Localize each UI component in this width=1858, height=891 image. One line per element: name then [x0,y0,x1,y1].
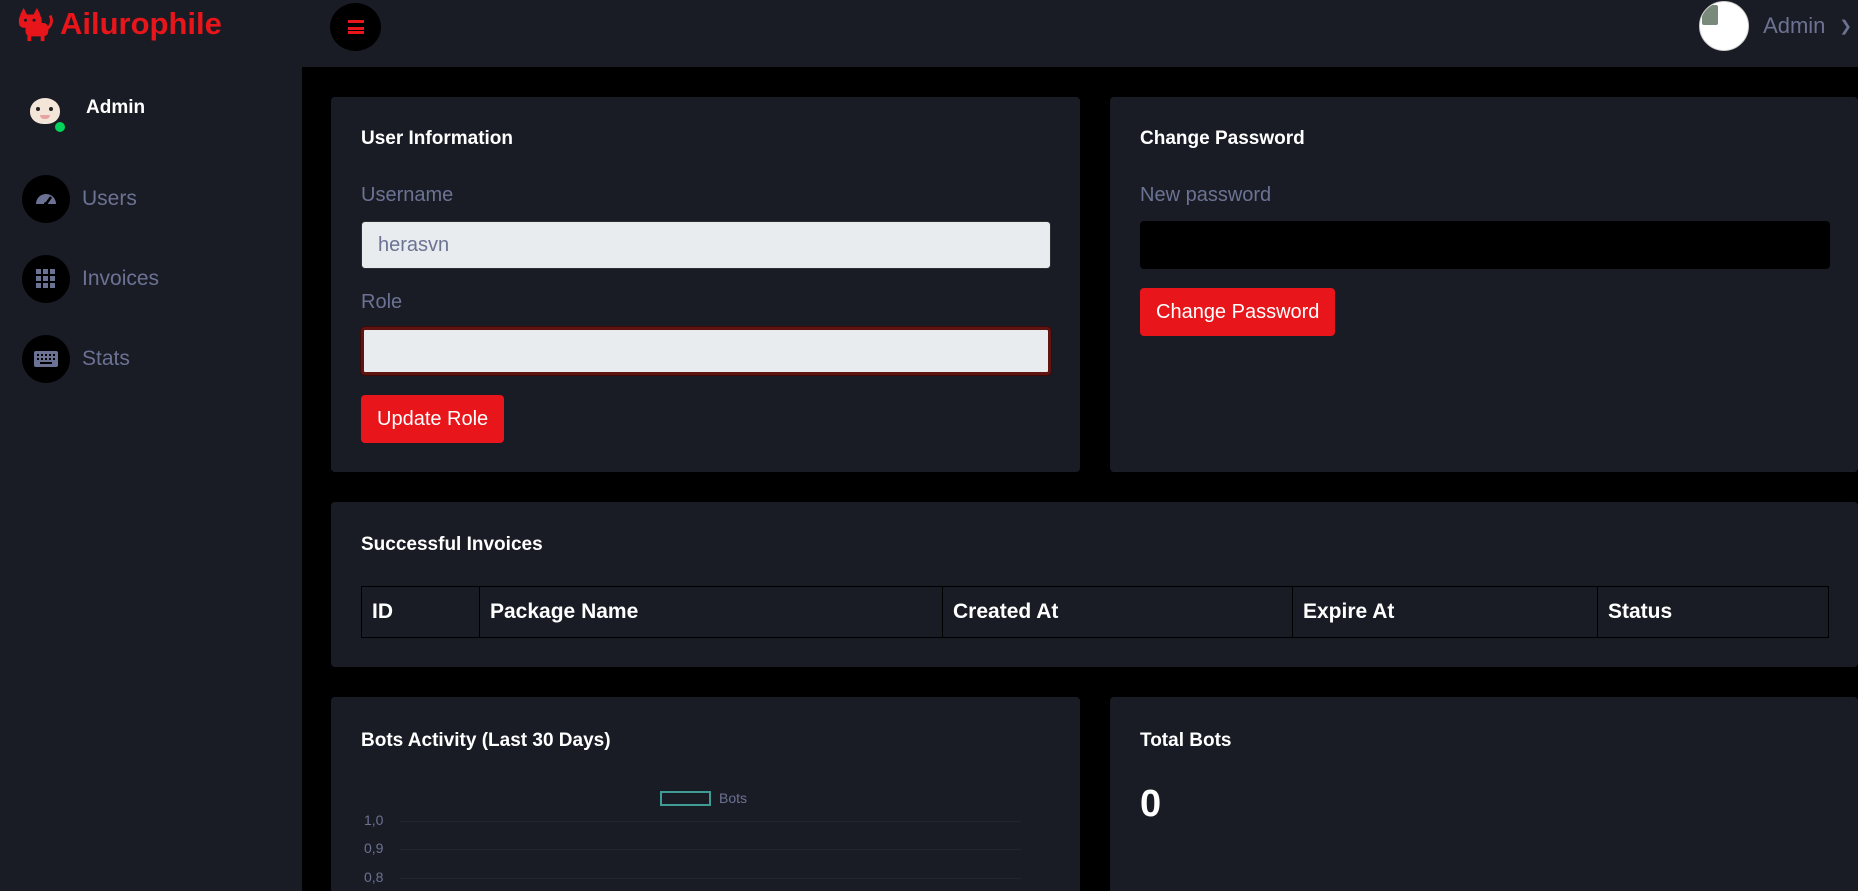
y-tick-label: 0,8 [364,869,384,885]
chevron-down-icon: ❯ [1839,18,1852,35]
gridline [399,821,1021,822]
avatar [1699,1,1750,51]
sidebar-nav: Users Invoices Stats [22,174,159,414]
speedometer-icon [22,175,70,223]
gridline [399,878,1021,879]
y-tick-label: 1,0 [364,812,384,828]
card-title: User Information [361,128,514,149]
column-header-created-at[interactable]: Created At [942,586,1293,638]
sidebar-item-label: Users [82,187,137,210]
profile-avatar [26,93,67,134]
cat-logo-icon [18,7,53,42]
role-field[interactable] [361,327,1051,375]
brand-logo[interactable]: Ailurophile [16,4,222,44]
user-information-card: User Information Username Role Update Ro… [331,97,1080,472]
sidebar-toggle-button[interactable] [330,3,381,51]
new-password-label: New password [1140,184,1272,206]
gridline [399,849,1021,850]
card-title: Bots Activity (Last 30 Days) [361,730,611,751]
column-header-id[interactable]: ID [361,586,480,638]
new-password-field[interactable] [1140,221,1830,269]
column-header-package-name[interactable]: Package Name [479,586,943,638]
column-header-expire-at[interactable]: Expire At [1292,586,1598,638]
table-header-row: ID Package Name Created At Expire At Sta… [361,586,1829,638]
total-bots-value: 0 [1140,783,1162,825]
total-bots-card: Total Bots 0 [1110,697,1858,891]
legend-swatch [660,790,711,806]
column-header-status[interactable]: Status [1597,586,1829,638]
sidebar-item-stats[interactable]: Stats [22,334,159,384]
invoices-table: ID Package Name Created At Expire At Sta… [361,586,1829,638]
brand-name: Ailurophile [60,6,222,41]
bots-activity-card: Bots Activity (Last 30 Days) Bots 1,0 0,… [331,697,1080,891]
sidebar-item-label: Invoices [82,267,160,290]
sidebar-profile: Admin [26,93,146,134]
card-title: Change Password [1140,128,1305,149]
sidebar-item-users[interactable]: Users [22,174,159,224]
sidebar-item-label: Stats [82,347,130,370]
chart-legend[interactable]: Bots [660,790,747,806]
top-navbar: Ailurophile Admin ❯ [0,0,1858,67]
change-password-card: Change Password New password Change Pass… [1110,97,1858,472]
top-user-name: Admin [1763,13,1826,38]
y-tick-label: 0,9 [364,840,384,856]
user-dropdown[interactable]: Admin ❯ [1699,1,1858,51]
hamburger-icon [347,20,364,34]
sidebar: Admin Users Invoices Stats [0,67,302,891]
grid-icon [22,255,70,303]
username-label: Username [361,184,454,206]
keyboard-icon [22,335,70,383]
sidebar-item-invoices[interactable]: Invoices [22,254,159,304]
username-field[interactable] [361,221,1051,269]
update-role-button[interactable]: Update Role [361,395,505,443]
role-label: Role [361,291,403,313]
card-title: Successful Invoices [361,534,543,555]
legend-label: Bots [719,790,748,806]
successful-invoices-card: Successful Invoices ID Package Name Crea… [331,502,1858,667]
profile-name: Admin [86,97,146,118]
online-status-dot [53,120,67,134]
change-password-button[interactable]: Change Password [1140,288,1336,336]
card-title: Total Bots [1140,730,1232,751]
